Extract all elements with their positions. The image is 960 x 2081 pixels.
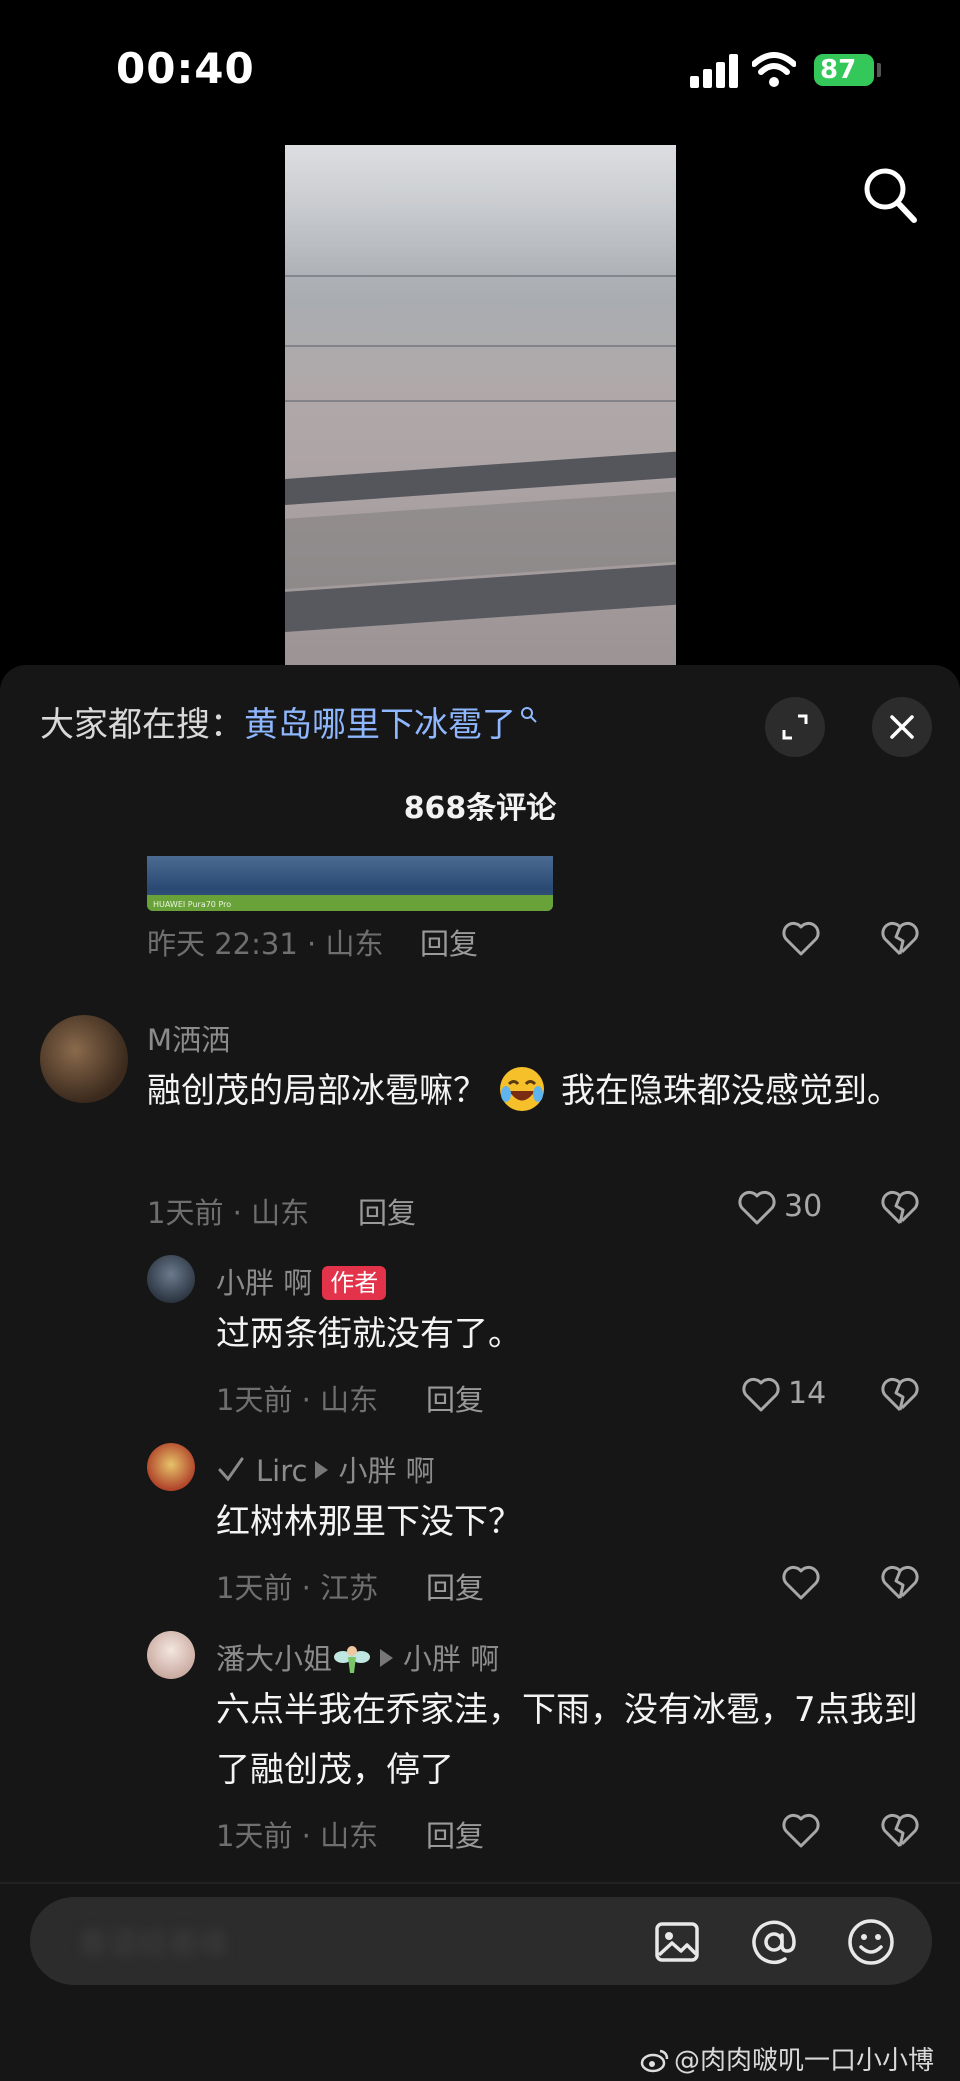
- laughing-crying-face-icon: [500, 1067, 544, 1111]
- reply-button[interactable]: 回复: [426, 1565, 484, 1607]
- comment-text: 融创茂的局部冰雹嘛？ 我在隐珠都没感觉到。: [147, 1061, 907, 1121]
- video-player[interactable]: [285, 145, 676, 665]
- reply-arrow-icon: [380, 1649, 394, 1667]
- heart-icon[interactable]: [781, 920, 821, 958]
- heart-icon[interactable]: [737, 1189, 777, 1227]
- search-icon[interactable]: [862, 166, 918, 224]
- comment-meta: 1天前 · 山东: [216, 1819, 379, 1853]
- avatar[interactable]: [147, 1443, 195, 1491]
- comment-meta: 1天前 · 山东: [216, 1383, 379, 1417]
- close-icon: [890, 715, 914, 739]
- comment-username[interactable]: 小胖 啊作者: [216, 1260, 387, 1302]
- like-count: 30: [784, 1189, 823, 1224]
- watermark-text: @肉肉啵叽一口小小博: [674, 2046, 935, 2076]
- status-bar: 00:40 87: [0, 0, 960, 140]
- video-glare: [285, 145, 676, 275]
- divider: [0, 1882, 960, 1884]
- image-icon[interactable]: [652, 1917, 702, 1967]
- reply-to-name: 小胖 啊: [338, 1454, 435, 1488]
- comment-meta: 1天前 · 江苏: [216, 1571, 379, 1605]
- username-text: Lirc: [256, 1454, 308, 1488]
- reply-to-name: 小胖 啊: [403, 1642, 500, 1676]
- broken-heart-icon[interactable]: [880, 920, 920, 958]
- comment-text: 红树林那里下没下？: [216, 1502, 522, 1542]
- expand-button[interactable]: [765, 697, 825, 757]
- battery-indicator: 87: [814, 54, 874, 86]
- comment-text-part: 融创茂的局部冰雹嘛？: [147, 1071, 487, 1111]
- trending-search[interactable]: 大家都在搜：黄岛哪里下冰雹了: [40, 703, 538, 747]
- broken-heart-icon[interactable]: [880, 1812, 920, 1850]
- checkmark-icon: [218, 1457, 244, 1482]
- reply-button[interactable]: 回复: [426, 1377, 484, 1419]
- comment-meta: 1天前 · 山东: [147, 1196, 310, 1230]
- author-badge: 作者: [322, 1266, 387, 1300]
- heart-icon[interactable]: [781, 1812, 821, 1850]
- comment-username[interactable]: Lirc 小胖 啊: [216, 1448, 435, 1490]
- heart-icon[interactable]: [781, 1564, 821, 1602]
- comment-text: 过两条街就没有了。: [216, 1314, 522, 1354]
- video-texture: [285, 400, 676, 402]
- comment-input[interactable]: 善语结善缘: [30, 1897, 932, 1985]
- avatar[interactable]: [40, 1015, 128, 1103]
- heart-icon[interactable]: [741, 1376, 781, 1414]
- comment-sheet: 大家都在搜：黄岛哪里下冰雹了 868条评论 HUAWEI Pura70 Pro …: [0, 665, 960, 2081]
- battery-level: 87: [820, 55, 857, 85]
- at-mention-icon[interactable]: [749, 1917, 799, 1967]
- username-text: 小胖 啊: [216, 1266, 313, 1300]
- comment-text: 六点半我在乔家洼，下雨，没有冰雹，7点我到了融创茂，停了: [216, 1690, 918, 1790]
- battery-tip: [877, 63, 881, 77]
- like-count: 14: [788, 1376, 827, 1411]
- comment-count: 868条评论: [403, 791, 557, 826]
- broken-heart-icon[interactable]: [880, 1564, 920, 1602]
- comment-image[interactable]: HUAWEI Pura70 Pro: [147, 856, 553, 911]
- video-texture: [285, 345, 676, 347]
- comment-text-part: 我在隐珠都没感觉到。: [561, 1071, 901, 1111]
- wifi-icon: [752, 52, 796, 87]
- comment-username[interactable]: 潘大小姐 小胖 啊: [216, 1636, 499, 1679]
- reply-button[interactable]: 回复: [358, 1190, 416, 1232]
- reply-button[interactable]: 回复: [420, 921, 478, 963]
- video-texture: [285, 275, 676, 277]
- avatar[interactable]: [147, 1255, 195, 1303]
- username-text: 潘大小姐: [216, 1642, 333, 1676]
- signal-icon: [690, 54, 742, 88]
- image-caption: HUAWEI Pura70 Pro: [153, 900, 232, 909]
- comment-meta: 昨天 22:31 · 山东: [147, 927, 384, 961]
- weibo-icon: [640, 2049, 669, 2073]
- fairy-emoji-icon: [334, 1646, 371, 1673]
- trending-term[interactable]: 黄岛哪里下冰雹了: [244, 705, 516, 745]
- reply-button[interactable]: 回复: [426, 1813, 484, 1855]
- status-time: 00:40: [116, 44, 255, 93]
- comment-username[interactable]: M洒洒: [147, 1017, 230, 1059]
- emoji-icon[interactable]: [846, 1917, 896, 1967]
- trending-prefix: 大家都在搜：: [40, 705, 244, 745]
- broken-heart-icon[interactable]: [880, 1376, 920, 1414]
- expand-icon: [782, 714, 808, 740]
- input-placeholder: 善语结善缘: [78, 1927, 228, 1962]
- close-button[interactable]: [872, 697, 932, 757]
- search-icon: [521, 707, 537, 723]
- reply-arrow-icon: [315, 1461, 329, 1479]
- avatar[interactable]: [147, 1631, 195, 1679]
- watermark: @肉肉啵叽一口小小博: [640, 2040, 934, 2077]
- broken-heart-icon[interactable]: [880, 1189, 920, 1227]
